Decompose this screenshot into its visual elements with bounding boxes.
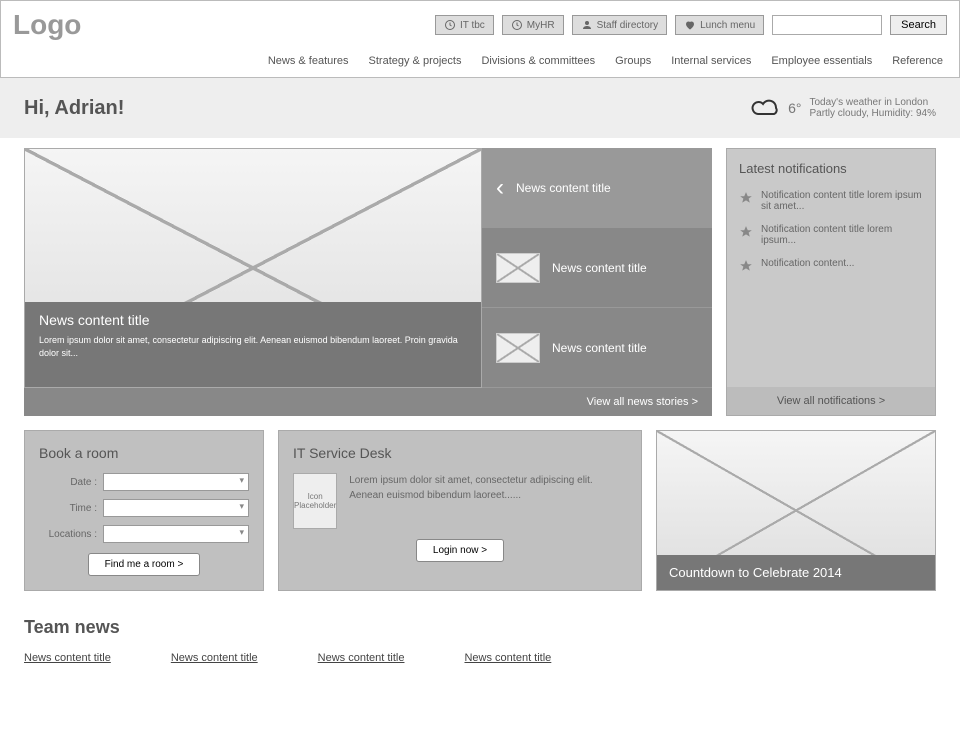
notification-item[interactable]: Notification content title lorem ipsum..… [727,218,935,252]
time-select[interactable] [103,499,249,517]
team-news-link[interactable]: News content title [171,652,258,664]
team-news-section: Team news News content title News conten… [24,617,936,664]
clock-icon [444,19,456,31]
nav-strategy[interactable]: Strategy & projects [369,55,462,67]
greeting-text: Hi, Adrian! [24,97,124,120]
location-select[interactable] [103,525,249,543]
search-button[interactable]: Search [890,15,947,35]
view-all-news-link[interactable]: View all news stories > [24,388,712,416]
star-icon [739,191,753,205]
it-desk-heading: IT Service Desk [293,445,627,461]
it-service-desk-card: IT Service Desk Icon Placeholder Lorem i… [278,430,642,591]
greeting-bar: Hi, Adrian! 6° Today's weather in London… [0,78,960,138]
logo: Logo [13,9,81,41]
quick-link-lunch-menu[interactable]: Lunch menu [675,15,764,35]
time-label: Time : [39,503,97,514]
date-select[interactable] [103,473,249,491]
login-now-button[interactable]: Login now > [416,539,504,562]
nav-reference[interactable]: Reference [892,55,943,67]
view-all-notifications-link[interactable]: View all notifications > [727,387,935,415]
team-news-link[interactable]: News content title [318,652,405,664]
notifications-panel: Latest notifications Notification conten… [726,148,936,416]
nav-divisions[interactable]: Divisions & committees [481,55,595,67]
person-icon [581,19,593,31]
news-side-item-3[interactable]: News content title [482,308,712,388]
find-room-button[interactable]: Find me a room > [88,553,201,576]
news-side-item-1[interactable]: ‹ News content title [482,148,712,228]
news-side-item-2[interactable]: News content title [482,228,712,308]
star-icon [739,225,753,239]
chevron-left-icon: ‹ [496,174,504,202]
clock-icon [511,19,523,31]
icon-placeholder: Icon Placeholder [293,473,337,529]
header: Logo IT tbc MyHR Staff directory Lunch m… [0,0,960,78]
cloud-icon [748,96,780,120]
quick-link-myhr[interactable]: MyHR [502,15,564,35]
quick-link-staff-directory[interactable]: Staff directory [572,15,668,35]
weather-line1: Today's weather in London [809,97,936,108]
thumbnail-icon [496,253,540,283]
weather-line2: Partly cloudy, Humidity: 94% [809,108,936,119]
search-input[interactable] [772,15,882,35]
nav-news[interactable]: News & features [268,55,349,67]
location-label: Locations : [39,529,97,540]
book-room-card: Book a room Date : Time : Locations : Fi… [24,430,264,591]
countdown-label: Countdown to Celebrate 2014 [657,555,935,590]
team-news-link[interactable]: News content title [24,652,111,664]
quick-link-tbc[interactable]: IT tbc [435,15,494,35]
nav-groups[interactable]: Groups [615,55,651,67]
weather-widget: 6° Today's weather in London Partly clou… [748,96,936,120]
team-news-heading: Team news [24,617,936,638]
nav-internal-services[interactable]: Internal services [671,55,751,67]
news-block: News content title Lorem ipsum dolor sit… [24,148,712,416]
weather-temp: 6° [788,100,801,116]
heart-icon [684,19,696,31]
nav-employee-essentials[interactable]: Employee essentials [771,55,872,67]
team-news-link[interactable]: News content title [464,652,551,664]
countdown-card[interactable]: Countdown to Celebrate 2014 [656,430,936,591]
news-hero-title: News content title [39,312,467,328]
thumbnail-icon [496,333,540,363]
notification-item[interactable]: Notification content... [727,252,935,279]
book-room-heading: Book a room [39,445,249,461]
news-hero-image[interactable]: News content title Lorem ipsum dolor sit… [24,148,482,388]
notifications-heading: Latest notifications [727,149,935,184]
notification-item[interactable]: Notification content title lorem ipsum s… [727,184,935,218]
news-hero-desc: Lorem ipsum dolor sit amet, consectetur … [39,334,467,359]
it-desk-text: Lorem ipsum dolor sit amet, consectetur … [349,473,627,529]
date-label: Date : [39,477,97,488]
star-icon [739,259,753,273]
main-nav: News & features Strategy & projects Divi… [13,41,947,77]
